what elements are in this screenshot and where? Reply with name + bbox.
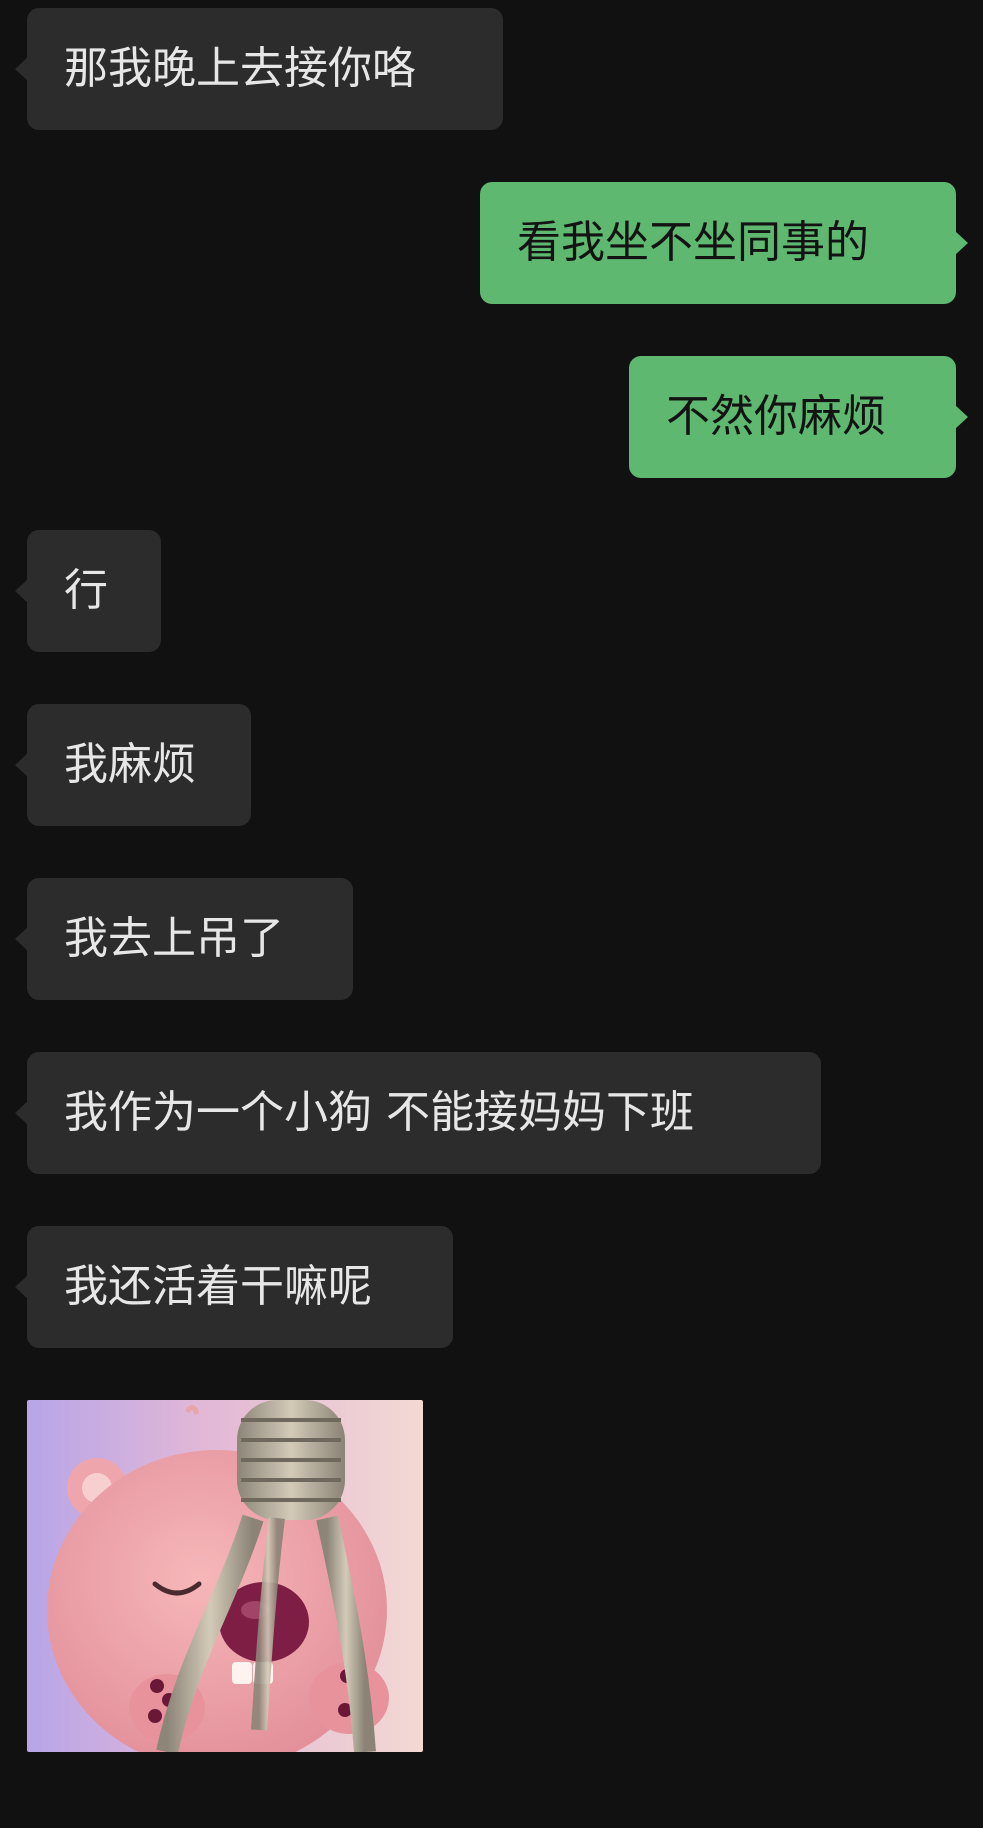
pink-beaver-noose-sticker-icon bbox=[27, 1400, 423, 1752]
message-bubble-incoming[interactable]: 那我晚上去接你咯 bbox=[15, 8, 503, 130]
message-text: 我作为一个小狗 不能接妈妈下班 bbox=[64, 1087, 694, 1138]
message-bubble-outgoing[interactable]: 不然你麻烦 bbox=[629, 356, 968, 478]
message-text: 我麻烦 bbox=[64, 739, 196, 790]
message-bubble-incoming[interactable]: 我还活着干嘛呢 bbox=[15, 1226, 453, 1348]
message-text: 行 bbox=[64, 565, 108, 616]
message-text: 不然你麻烦 bbox=[666, 391, 886, 442]
sticker-message[interactable] bbox=[27, 1400, 423, 1752]
message-bubble-incoming[interactable]: 行 bbox=[15, 530, 161, 652]
message-bubble-incoming[interactable]: 我作为一个小狗 不能接妈妈下班 bbox=[15, 1052, 821, 1174]
message-text: 我还活着干嘛呢 bbox=[64, 1261, 372, 1312]
message-bubble-incoming[interactable]: 我去上吊了 bbox=[15, 878, 353, 1000]
message-bubble-outgoing[interactable]: 看我坐不坐同事的 bbox=[480, 182, 968, 304]
message-text: 那我晚上去接你咯 bbox=[64, 43, 416, 94]
message-text: 看我坐不坐同事的 bbox=[517, 217, 869, 268]
chat-message-list[interactable]: 那我晚上去接你咯 看我坐不坐同事的 不然你麻烦 行 我麻烦 我去上吊了 我作为一… bbox=[0, 0, 983, 1828]
message-bubble-incoming[interactable]: 我麻烦 bbox=[15, 704, 251, 826]
message-text: 我去上吊了 bbox=[64, 913, 284, 964]
